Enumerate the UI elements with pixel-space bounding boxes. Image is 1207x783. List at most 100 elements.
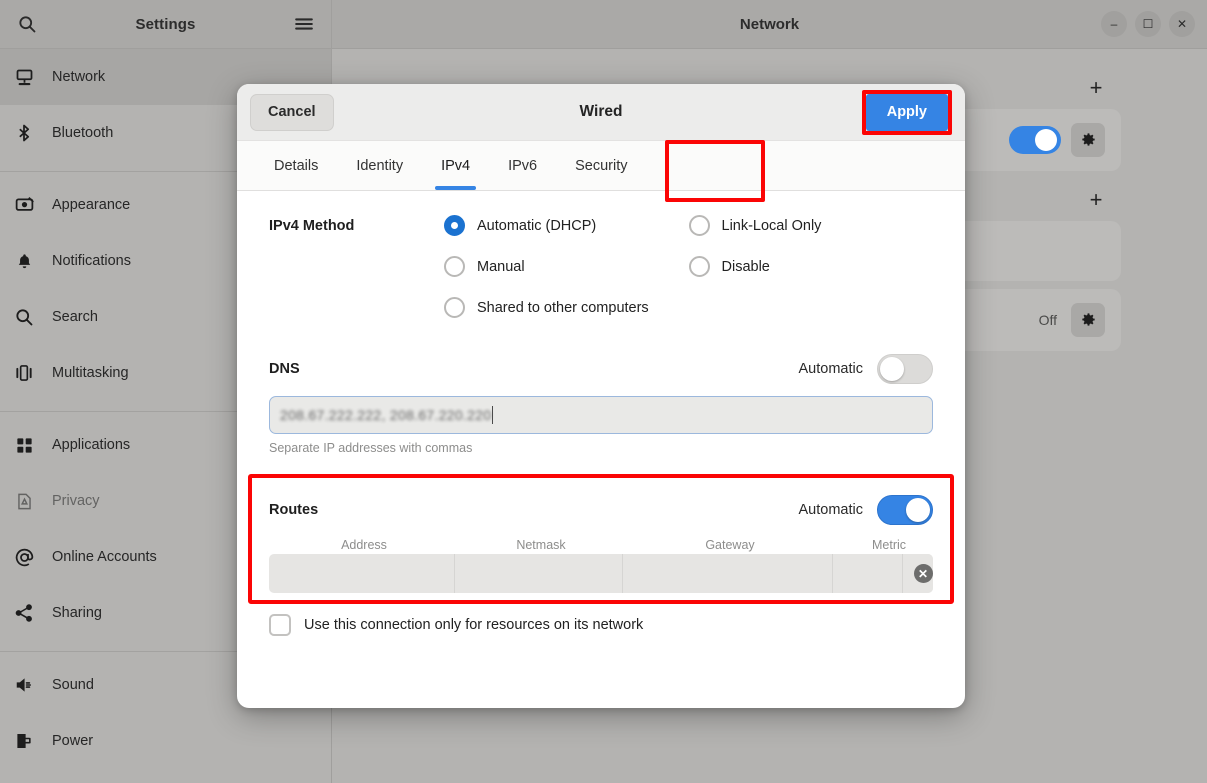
dns-servers-value: 208.67.222.222, 208.67.220.220	[280, 407, 491, 423]
sidebar-item-label: Search	[52, 309, 98, 325]
routes-section: Routes Automatic Address Netmask Gateway…	[269, 495, 933, 636]
add-wired-button[interactable]: +	[1081, 73, 1111, 103]
sidebar-item-label: Appearance	[52, 197, 130, 213]
radio-indicator	[689, 256, 710, 277]
radio-label: Manual	[477, 259, 525, 275]
routes-label: Routes	[269, 502, 318, 518]
restrict-connection-label: Use this connection only for resources o…	[304, 617, 643, 633]
sidebar-item-label: Network	[52, 69, 105, 85]
restrict-connection-checkbox[interactable]	[269, 614, 291, 636]
applications-grid-icon	[12, 433, 36, 457]
routes-automatic-group: Automatic	[799, 495, 933, 525]
radio-indicator	[689, 215, 710, 236]
route-netmask-input[interactable]	[455, 554, 623, 593]
power-plug-icon	[12, 729, 36, 753]
sidebar-item-label: Multitasking	[52, 365, 129, 381]
radio-indicator	[444, 297, 465, 318]
radio-label: Link-Local Only	[722, 218, 822, 234]
dns-automatic-label: Automatic	[799, 361, 863, 377]
sidebar-item-label: Online Accounts	[52, 549, 157, 565]
dns-automatic-group: Automatic	[799, 354, 933, 384]
cancel-button[interactable]: Cancel	[250, 94, 334, 131]
wired-toggle[interactable]	[1009, 126, 1061, 154]
tab-security[interactable]: Security	[556, 141, 646, 190]
apply-button[interactable]: Apply	[866, 94, 948, 131]
dns-automatic-toggle[interactable]	[877, 354, 933, 384]
text-caret	[492, 406, 493, 424]
sidebar-item-label: Power	[52, 733, 93, 749]
gear-icon[interactable]	[1071, 303, 1105, 337]
sidebar-item-power[interactable]: Power	[0, 713, 331, 769]
dialog-body: IPv4 Method Automatic (DHCP) Link-Local …	[237, 191, 965, 708]
privacy-shield-icon	[12, 489, 36, 513]
dns-servers-input[interactable]: 208.67.222.222, 208.67.220.220	[269, 396, 933, 434]
ipv4-method-options: Automatic (DHCP) Link-Local Only Manual …	[444, 215, 933, 318]
dns-section-header: DNS Automatic	[269, 354, 933, 384]
dialog-tabs: Details Identity IPv4 IPv6 Security	[237, 141, 965, 191]
bell-icon	[12, 249, 36, 273]
bluetooth-icon	[12, 121, 36, 145]
radio-label: Shared to other computers	[477, 300, 649, 316]
gear-icon[interactable]	[1071, 123, 1105, 157]
minimize-button[interactable]: –	[1101, 11, 1127, 37]
tab-ipv4[interactable]: IPv4	[422, 141, 489, 190]
radio-indicator	[444, 256, 465, 277]
page-title: Network	[332, 16, 1207, 33]
at-sign-icon	[12, 545, 36, 569]
multitasking-icon	[12, 361, 36, 385]
tab-details[interactable]: Details	[255, 141, 337, 190]
route-gateway-input[interactable]	[623, 554, 833, 593]
window-titlebar: Network – ☐ ✕	[332, 0, 1207, 49]
radio-indicator	[444, 215, 465, 236]
apply-button-highlight: Apply	[862, 90, 952, 135]
sidebar-item-label: Sound	[52, 677, 94, 693]
sidebar-header: Settings	[0, 0, 331, 49]
radio-disable[interactable]: Disable	[689, 256, 934, 277]
radio-link-local-only[interactable]: Link-Local Only	[689, 215, 934, 236]
appearance-icon	[12, 193, 36, 217]
sidebar-item-label: Sharing	[52, 605, 102, 621]
sidebar-item-label: Bluetooth	[52, 125, 113, 141]
sidebar-title: Settings	[0, 16, 331, 33]
routes-column-headers: Address Netmask Gateway Metric	[269, 538, 933, 552]
hamburger-menu-icon[interactable]	[291, 11, 317, 37]
tab-ipv6[interactable]: IPv6	[489, 141, 556, 190]
maximize-button[interactable]: ☐	[1135, 11, 1161, 37]
restrict-connection-checkbox-row[interactable]: Use this connection only for resources o…	[269, 614, 933, 636]
dialog-title: Wired	[237, 103, 965, 121]
table-row: ✕	[269, 554, 933, 593]
tab-identity[interactable]: Identity	[337, 141, 422, 190]
routes-col-metric: Metric	[835, 538, 943, 552]
wired-connection-dialog: Cancel Wired Apply Details Identity IPv4…	[237, 84, 965, 708]
share-nodes-icon	[12, 601, 36, 625]
radio-manual[interactable]: Manual	[444, 256, 689, 277]
routes-automatic-label: Automatic	[799, 502, 863, 518]
radio-label: Disable	[722, 259, 770, 275]
ipv4-method-row: IPv4 Method Automatic (DHCP) Link-Local …	[269, 215, 933, 318]
proxy-status-label: Off	[1039, 312, 1057, 328]
window-controls: – ☐ ✕	[1101, 11, 1207, 37]
dns-label: DNS	[269, 361, 300, 377]
network-icon	[12, 65, 36, 89]
routes-col-netmask: Netmask	[457, 538, 625, 552]
routes-section-header: Routes Automatic	[269, 495, 933, 525]
radio-automatic-dhcp[interactable]: Automatic (DHCP)	[444, 215, 689, 236]
delete-circle-icon: ✕	[914, 564, 933, 583]
dialog-header: Cancel Wired Apply	[237, 84, 965, 141]
delete-route-button[interactable]: ✕	[903, 554, 933, 593]
search-icon	[12, 305, 36, 329]
sidebar-item-label: Applications	[52, 437, 130, 453]
radio-shared-to-other-computers[interactable]: Shared to other computers	[444, 297, 689, 318]
route-address-input[interactable]	[269, 554, 455, 593]
speaker-icon	[12, 673, 36, 697]
routes-col-address: Address	[271, 538, 457, 552]
radio-label: Automatic (DHCP)	[477, 218, 596, 234]
route-metric-input[interactable]	[833, 554, 903, 593]
routes-col-gateway: Gateway	[625, 538, 835, 552]
routes-automatic-toggle[interactable]	[877, 495, 933, 525]
dns-hint: Separate IP addresses with commas	[269, 441, 933, 455]
add-vpn-button[interactable]: +	[1081, 185, 1111, 215]
search-icon[interactable]	[14, 11, 40, 37]
sidebar-item-label: Notifications	[52, 253, 131, 269]
close-button[interactable]: ✕	[1169, 11, 1195, 37]
